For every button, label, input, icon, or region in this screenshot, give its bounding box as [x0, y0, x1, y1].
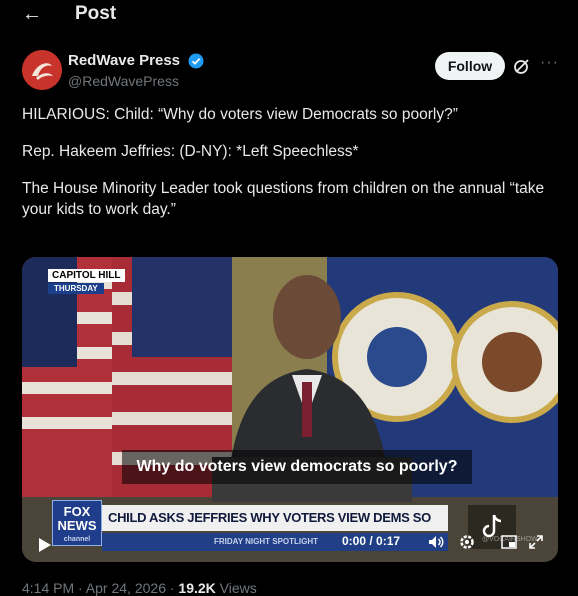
settings-gear-icon[interactable]: [458, 533, 476, 551]
verified-badge-icon: [188, 53, 204, 69]
location-tag: CAPITOL HILL: [48, 269, 125, 282]
post-text: HILARIOUS: Child: “Why do voters view De…: [22, 104, 552, 236]
grok-icon[interactable]: [512, 56, 532, 76]
day-tag: THURSDAY: [48, 283, 104, 294]
author-display-name[interactable]: RedWave Press: [68, 52, 180, 69]
post-paragraph: Rep. Hakeem Jeffries: (D-NY): *Left Spee…: [22, 143, 359, 160]
views-label: Views: [215, 580, 257, 596]
avatar-logo-icon: [22, 50, 62, 90]
volume-icon[interactable]: [427, 533, 445, 551]
top-bar: ← Post: [0, 0, 578, 30]
video-player[interactable]: CAPITOL HILL THURSDAY Why do voters view…: [22, 257, 558, 562]
author-block: RedWave Press @RedWavePress: [68, 52, 204, 89]
post-paragraph: HILARIOUS: Child: “Why do voters view De…: [22, 106, 458, 123]
play-icon[interactable]: [34, 535, 54, 555]
picture-in-picture-icon[interactable]: [500, 533, 518, 551]
page-title: Post: [75, 3, 117, 24]
fox-news-logo: FOX NEWS channel: [52, 500, 102, 546]
news-headline: CHILD ASKS JEFFRIES WHY VOTERS VIEW DEMS…: [102, 505, 448, 551]
video-caption: Why do voters view democrats so poorly?: [122, 450, 472, 484]
timestamp[interactable]: 4:14 PM · Apr 24, 2026 ·: [22, 580, 178, 596]
post-paragraph: The House Minority Leader took questions…: [22, 180, 545, 218]
logo-line: channel: [63, 536, 91, 543]
back-arrow-icon[interactable]: ←: [22, 3, 42, 26]
post-meta: 4:14 PM · Apr 24, 2026 · 19.2K Views: [22, 580, 257, 596]
follow-button[interactable]: Follow: [435, 52, 505, 80]
views-count: 19.2K: [178, 580, 216, 596]
logo-line: FOX: [63, 504, 91, 519]
fullscreen-icon[interactable]: [527, 533, 545, 551]
more-options-icon[interactable]: ···: [540, 54, 559, 72]
avatar[interactable]: [22, 50, 62, 90]
logo-line: NEWS: [57, 518, 97, 533]
video-time: 0:00 / 0:17: [342, 534, 401, 548]
author-handle[interactable]: @RedWavePress: [68, 73, 204, 89]
